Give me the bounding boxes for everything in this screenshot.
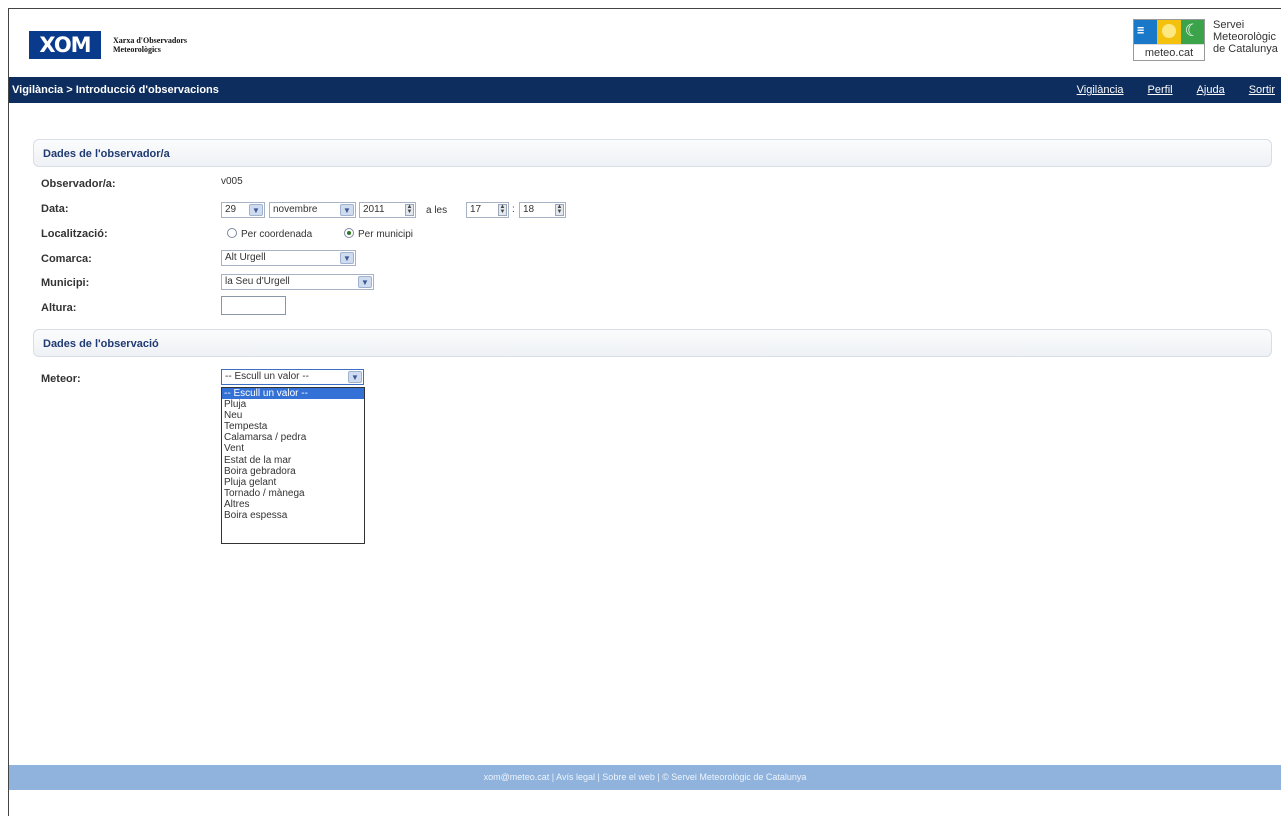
chevron-down-icon: ▼: [358, 276, 372, 288]
location-radio-municipality[interactable]: Per municipi: [344, 228, 413, 240]
time-separator: :: [512, 204, 515, 215]
dropdown-option[interactable]: -- Escull un valor --: [222, 388, 364, 400]
year-spinner[interactable]: 2011 ▲ ▼: [359, 202, 416, 218]
radio-icon[interactable]: [227, 228, 237, 238]
page-frame: XOM Xarxa d'Observadors Meteorològics ≡ …: [8, 8, 1281, 816]
smc-domain: meteo.cat: [1134, 44, 1204, 60]
nav-links: Vigilància Perfil Ajuda Sortir: [1077, 84, 1275, 96]
observer-value: v005: [221, 176, 243, 187]
municipi-label: Municipi:: [41, 277, 90, 289]
site-footer[interactable]: xom@meteo.cat | Avís legal | Sobre el we…: [9, 765, 1281, 790]
spinner-arrows-icon[interactable]: ▲ ▼: [498, 204, 507, 216]
smc-logo[interactable]: ≡ ☾ meteo.cat Servei Meteorològic de Cat…: [1133, 19, 1281, 61]
municipi-select[interactable]: la Seu d'Urgell ▼: [221, 274, 374, 290]
nav-bar: Vigilància > Introducció d'observacions …: [9, 77, 1281, 103]
meteor-label: Meteor:: [41, 373, 81, 385]
observer-section-header: Dades de l'observador/a: [33, 139, 1272, 167]
site-header: XOM Xarxa d'Observadors Meteorològics ≡ …: [9, 9, 1281, 77]
altura-input[interactable]: [221, 296, 286, 315]
time-at-label: a les: [426, 205, 448, 216]
dropdown-option[interactable]: Vent: [222, 443, 364, 454]
altura-label: Altura:: [41, 302, 77, 314]
location-label: Localització:: [41, 228, 108, 240]
day-select[interactable]: 29 ▼: [221, 202, 265, 218]
dropdown-option[interactable]: Boira espessa: [222, 510, 364, 521]
dropdown-option[interactable]: Estat de la mar: [222, 455, 364, 466]
dropdown-option[interactable]: Boira gebradora: [222, 466, 364, 477]
month-select[interactable]: novembre ▼: [269, 202, 356, 218]
nav-link-perfil[interactable]: Perfil: [1148, 84, 1173, 96]
spinner-arrows-icon[interactable]: ▲ ▼: [405, 204, 414, 216]
location-radio-coordinate[interactable]: Per coordenada: [227, 228, 312, 240]
bars-icon: ≡: [1134, 20, 1158, 44]
xom-logo-mark: XOM: [29, 31, 101, 59]
comarca-select[interactable]: Alt Urgell ▼: [221, 250, 356, 266]
smc-logo-mark: ≡ ☾ meteo.cat: [1133, 19, 1205, 61]
nav-link-sortir[interactable]: Sortir: [1249, 84, 1275, 96]
swirl-icon: ☾: [1180, 20, 1204, 44]
dropdown-option[interactable]: Pluja gelant: [222, 477, 364, 488]
dropdown-option[interactable]: Calamarsa / pedra: [222, 432, 364, 443]
comarca-label: Comarca:: [41, 253, 92, 265]
dropdown-option[interactable]: Neu: [222, 410, 364, 421]
spinner-arrows-icon[interactable]: ▲ ▼: [555, 204, 564, 216]
chevron-down-icon: ▼: [348, 371, 362, 383]
dropdown-option[interactable]: Tempesta: [222, 421, 364, 432]
sun-icon: [1157, 20, 1181, 44]
radio-selected-icon[interactable]: [344, 228, 354, 238]
chevron-down-icon: ▼: [340, 252, 354, 264]
nav-link-vigilancia[interactable]: Vigilància: [1077, 84, 1124, 96]
meteor-select[interactable]: -- Escull un valor -- ▼: [221, 369, 364, 385]
minute-spinner[interactable]: 18 ▲ ▼: [519, 202, 566, 218]
observation-section-header: Dades de l'observació: [33, 329, 1272, 357]
date-label: Data:: [41, 203, 69, 215]
observer-label: Observador/a:: [41, 178, 116, 190]
nav-link-ajuda[interactable]: Ajuda: [1197, 84, 1225, 96]
chevron-down-icon: ▼: [249, 204, 263, 216]
smc-name: Servei Meteorològic de Catalunya: [1213, 19, 1278, 55]
dropdown-option[interactable]: Tornado / mànega: [222, 488, 364, 499]
dropdown-option[interactable]: Altres: [222, 499, 364, 510]
hour-spinner[interactable]: 17 ▲ ▼: [466, 202, 509, 218]
chevron-down-icon: ▼: [340, 204, 354, 216]
xom-logo-text: Xarxa d'Observadors Meteorològics: [113, 36, 187, 54]
xom-logo[interactable]: XOM Xarxa d'Observadors Meteorològics: [29, 31, 187, 59]
dropdown-option[interactable]: Pluja: [222, 399, 364, 410]
breadcrumb: Vigilància > Introducció d'observacions: [12, 84, 219, 96]
meteor-dropdown-list: -- Escull un valor -- Pluja Neu Tempesta…: [221, 387, 365, 544]
